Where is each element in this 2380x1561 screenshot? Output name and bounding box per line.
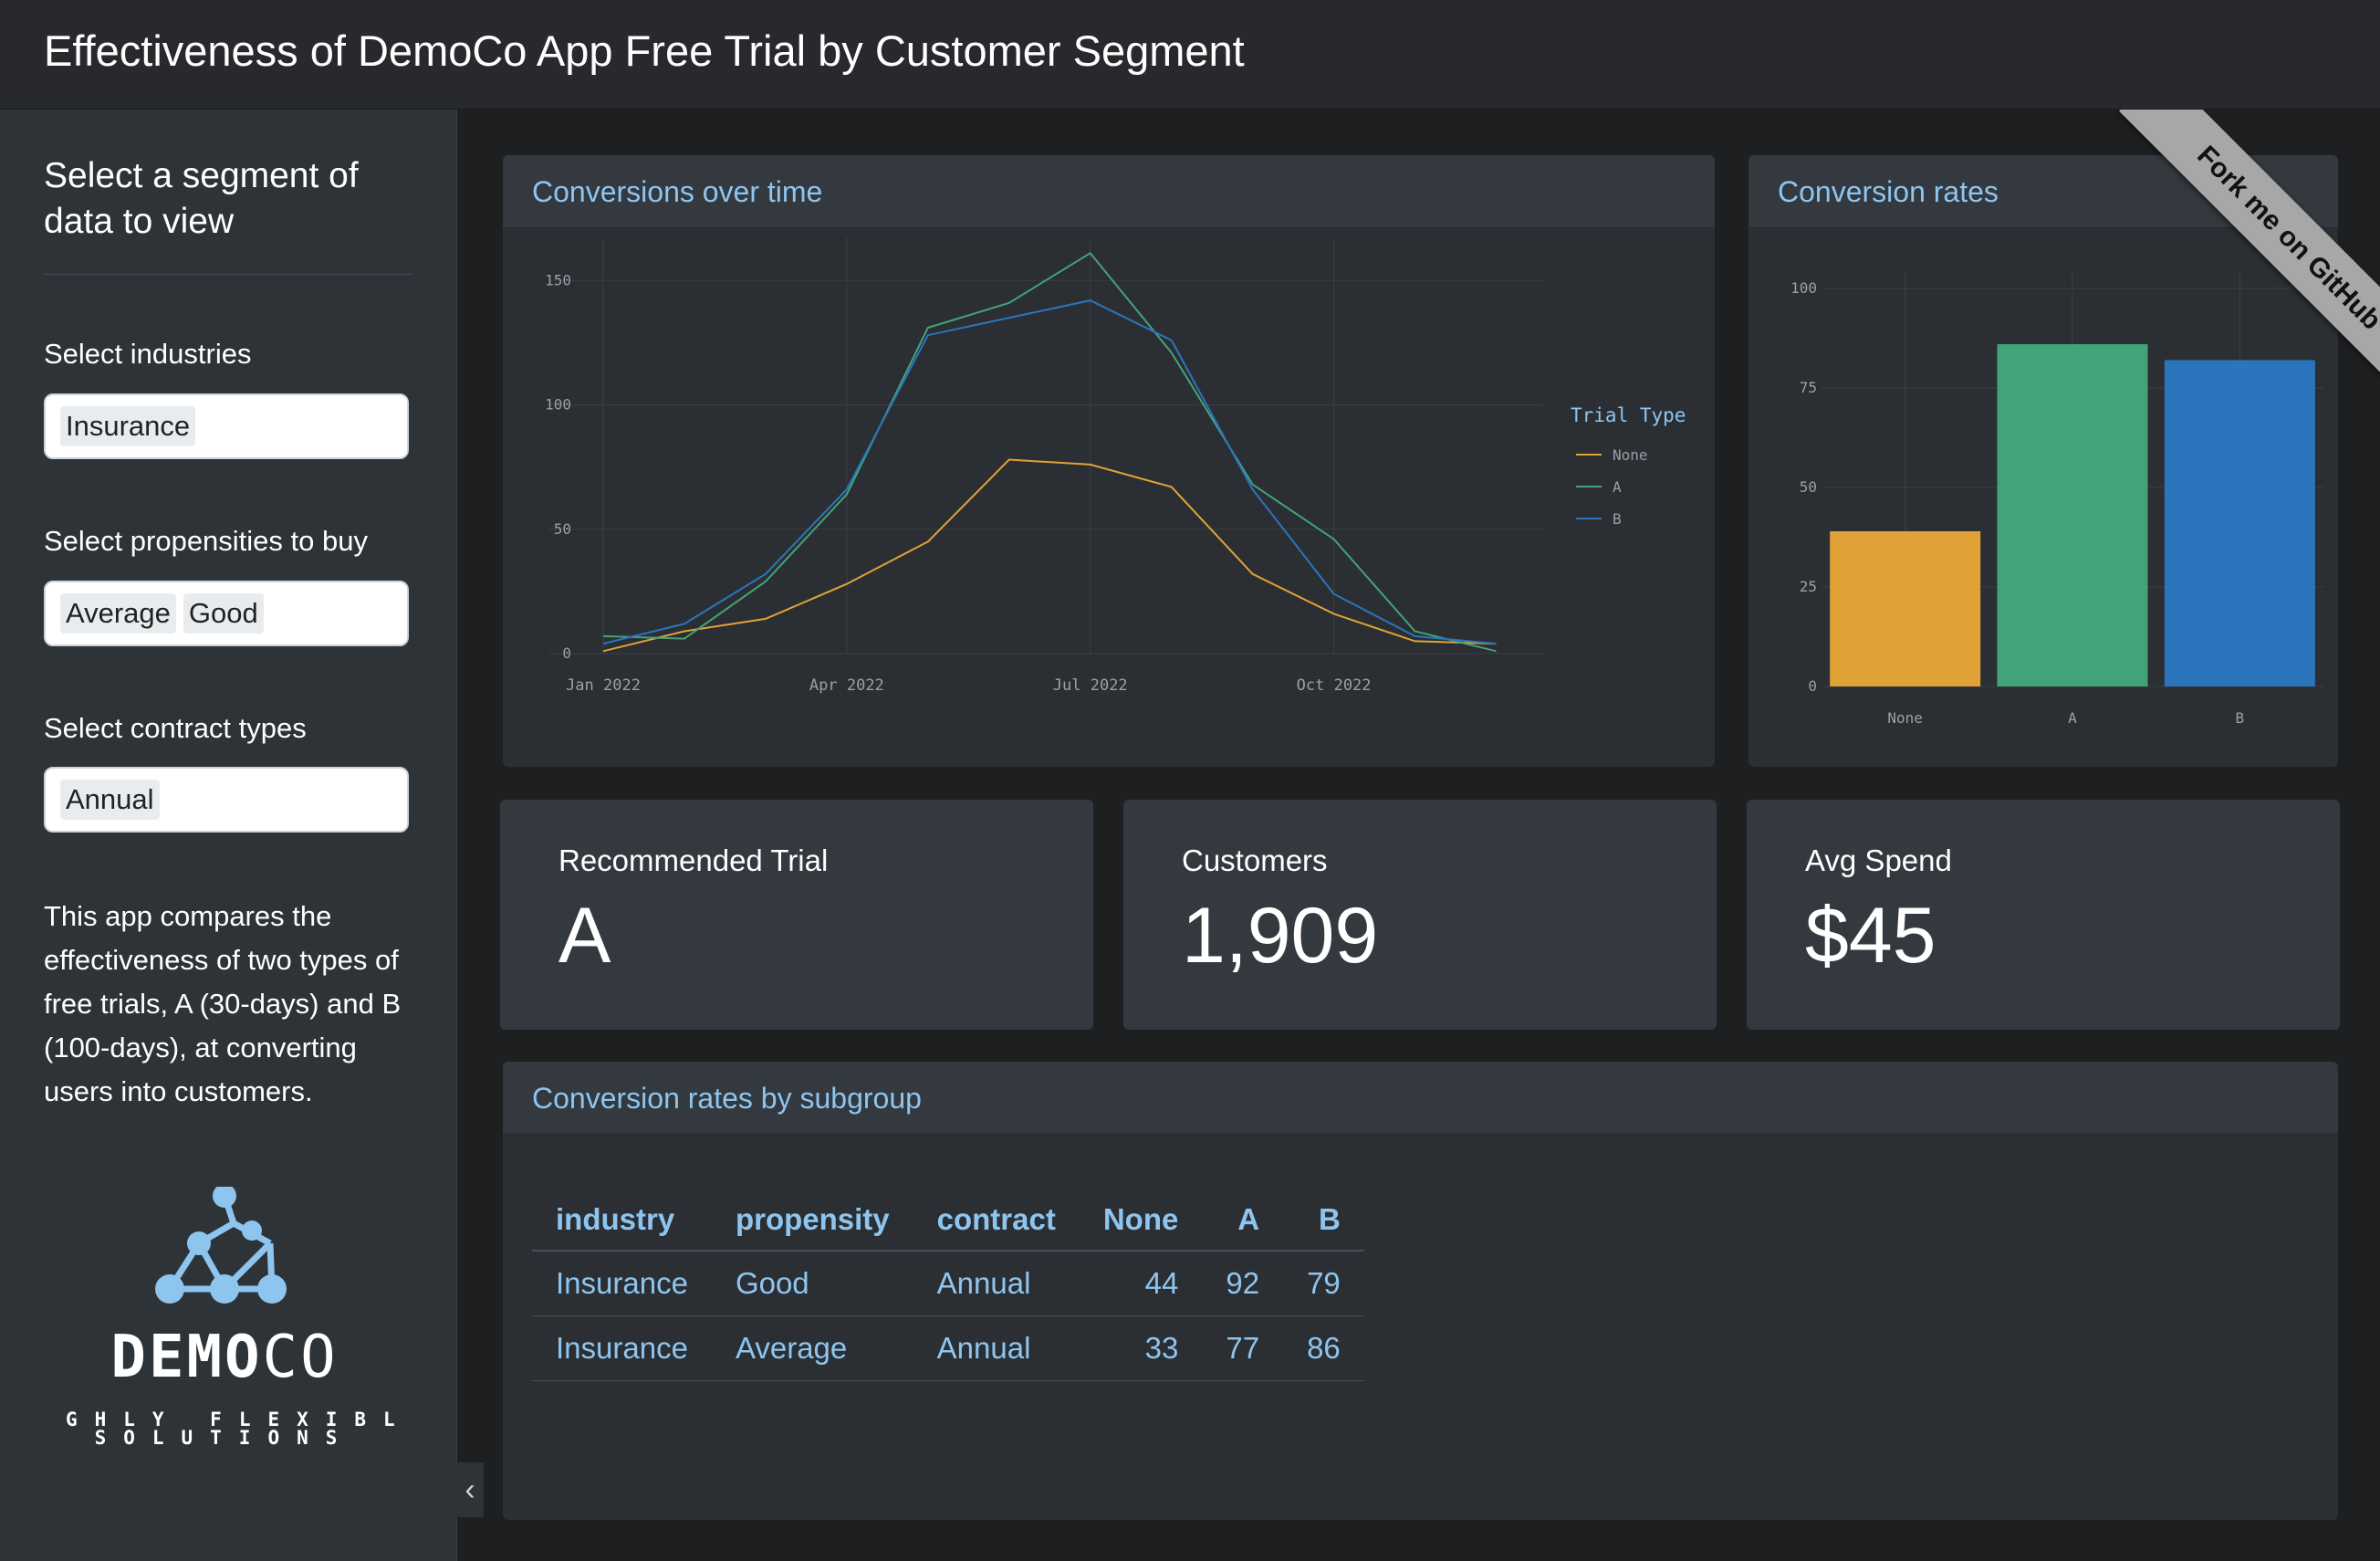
y-tick-label: 50 bbox=[554, 520, 571, 538]
industry-chip[interactable]: Insurance bbox=[60, 406, 196, 446]
propensities-label: Select propensities to buy bbox=[44, 525, 368, 557]
y-tick-label: 50 bbox=[1800, 478, 1817, 496]
x-tick-label: A bbox=[2068, 709, 2077, 727]
logo-name-bold: DEMO bbox=[110, 1324, 262, 1391]
y-tick-label: 100 bbox=[545, 396, 571, 414]
y-tick-label: 0 bbox=[562, 644, 571, 662]
table-row: Insurance Average Annual 33 77 86 bbox=[532, 1315, 1364, 1381]
propensity-chip[interactable]: Average bbox=[60, 593, 176, 634]
x-tick-label: Oct 2022 bbox=[1297, 676, 1372, 695]
column-header[interactable]: industry bbox=[532, 1189, 712, 1252]
table-cell: 77 bbox=[1202, 1315, 1284, 1381]
app-header: Effectiveness of DemoCo App Free Trial b… bbox=[0, 0, 2380, 110]
value-box-title: Recommended Trial bbox=[558, 843, 829, 877]
legend-title: Trial Type bbox=[1571, 404, 1686, 426]
column-header[interactable]: None bbox=[1079, 1189, 1203, 1252]
column-header[interactable]: B bbox=[1283, 1189, 1364, 1252]
github-ribbon-wrap: Fork me on GitHub bbox=[2106, 110, 2380, 383]
series-line-none bbox=[602, 458, 1497, 653]
y-tick-label: 100 bbox=[1790, 279, 1817, 297]
subgroup-table-wrap: industry propensity contract None A B In… bbox=[503, 1135, 2338, 1520]
card-header: Conversion rates by subgroup bbox=[503, 1062, 2338, 1135]
table-cell: 33 bbox=[1079, 1315, 1203, 1381]
legend-label: None bbox=[1613, 446, 1648, 464]
card-title: Conversion rates by subgroup bbox=[532, 1082, 922, 1115]
industries-label: Select industries bbox=[44, 338, 252, 370]
y-tick-label: 150 bbox=[545, 271, 571, 288]
fork-me-github-link[interactable]: Fork me on GitHub bbox=[2119, 110, 2380, 383]
table-cell: Insurance bbox=[532, 1315, 712, 1381]
table-cell: Annual bbox=[913, 1251, 1080, 1316]
value-box-title: Avg Spend bbox=[1805, 843, 1952, 877]
table-cell: Average bbox=[711, 1315, 913, 1381]
table-cell: 92 bbox=[1202, 1251, 1284, 1316]
card-title: Conversion rates bbox=[1778, 175, 1999, 208]
industries-select[interactable]: Insurance bbox=[44, 393, 409, 459]
subgroup-table: industry propensity contract None A B In… bbox=[532, 1189, 1364, 1381]
legend-label: B bbox=[1613, 510, 1622, 528]
x-tick-label: Jul 2022 bbox=[1053, 676, 1128, 695]
legend-label: A bbox=[1613, 478, 1622, 496]
x-tick-label: None bbox=[1887, 709, 1923, 727]
app-description: This app compares the effectiveness of t… bbox=[44, 900, 402, 1107]
table-cell: 86 bbox=[1283, 1315, 1364, 1381]
y-tick-label: 75 bbox=[1800, 379, 1817, 396]
value-box-value: 1,909 bbox=[1182, 892, 1379, 980]
chevron-left-icon: ‹ bbox=[465, 1472, 475, 1507]
bar-b bbox=[2164, 360, 2315, 686]
series-line-b bbox=[602, 299, 1497, 645]
network-logo-icon: DEMOCO HIGHLY FLEXIBLE SOLUTIONS bbox=[8, 1184, 423, 1449]
x-tick-label: Jan 2022 bbox=[566, 676, 641, 695]
contracts-select[interactable]: Annual bbox=[44, 767, 409, 833]
value-box-value: A bbox=[558, 892, 611, 980]
subgroup-card: Conversion rates by subgroup industry pr… bbox=[503, 1062, 2338, 1520]
bar-a bbox=[1997, 344, 2148, 686]
propensity-chip[interactable]: Good bbox=[183, 593, 264, 634]
card-title: Conversions over time bbox=[532, 175, 823, 208]
logo-name-light: CO bbox=[263, 1324, 339, 1391]
democo-logo: DEMOCO HIGHLY FLEXIBLE SOLUTIONS bbox=[8, 1184, 423, 1552]
column-header[interactable]: A bbox=[1202, 1189, 1284, 1252]
value-box-recommended-trial: Recommended Trial A bbox=[500, 800, 1093, 1030]
y-tick-label: 25 bbox=[1800, 578, 1817, 595]
x-tick-label: B bbox=[2236, 709, 2245, 727]
value-box-value: $45 bbox=[1805, 892, 1936, 980]
sidebar-divider bbox=[44, 274, 412, 275]
x-tick-label: Apr 2022 bbox=[809, 676, 884, 695]
sidebar: Select a segment of data to view Select … bbox=[0, 110, 457, 1561]
contracts-label: Select contract types bbox=[44, 712, 307, 744]
card-header: Conversions over time bbox=[503, 155, 1715, 228]
svg-text:DEMOCO: DEMOCO bbox=[110, 1324, 338, 1391]
table-cell: Insurance bbox=[532, 1251, 712, 1316]
table-cell: Annual bbox=[913, 1315, 1080, 1381]
logo-tagline-2: SOLUTIONS bbox=[95, 1427, 355, 1449]
table-row: Insurance Good Annual 44 92 79 bbox=[532, 1251, 1364, 1316]
value-box-title: Customers bbox=[1182, 843, 1328, 877]
table-cell: 44 bbox=[1079, 1251, 1203, 1316]
conversions-over-time-card: Conversions over time 0 50 100 150 Jan 2022 A… bbox=[503, 155, 1715, 767]
sidebar-title: Select a segment of data to view bbox=[44, 156, 359, 241]
column-header[interactable]: contract bbox=[913, 1189, 1080, 1252]
sidebar-collapse-button[interactable]: ‹ bbox=[456, 1462, 484, 1517]
column-header[interactable]: propensity bbox=[711, 1189, 913, 1252]
table-header-row: industry propensity contract None A B bbox=[532, 1189, 1364, 1252]
page-title: Effectiveness of DemoCo App Free Trial b… bbox=[44, 26, 1245, 75]
value-box-customers: Customers 1,909 bbox=[1123, 800, 1717, 1030]
contract-chip[interactable]: Annual bbox=[60, 780, 160, 820]
table-cell: 79 bbox=[1283, 1251, 1364, 1316]
propensities-select[interactable]: Average Good bbox=[44, 581, 409, 646]
table-cell: Good bbox=[711, 1251, 913, 1316]
bar-none bbox=[1830, 530, 1981, 686]
conversions-line-chart: 0 50 100 150 Jan 2022 Apr 2022 Jul 2022 Oct 202… bbox=[545, 237, 1686, 695]
y-tick-label: 0 bbox=[1808, 677, 1817, 695]
value-box-avg-spend: Avg Spend $45 bbox=[1747, 800, 2340, 1030]
